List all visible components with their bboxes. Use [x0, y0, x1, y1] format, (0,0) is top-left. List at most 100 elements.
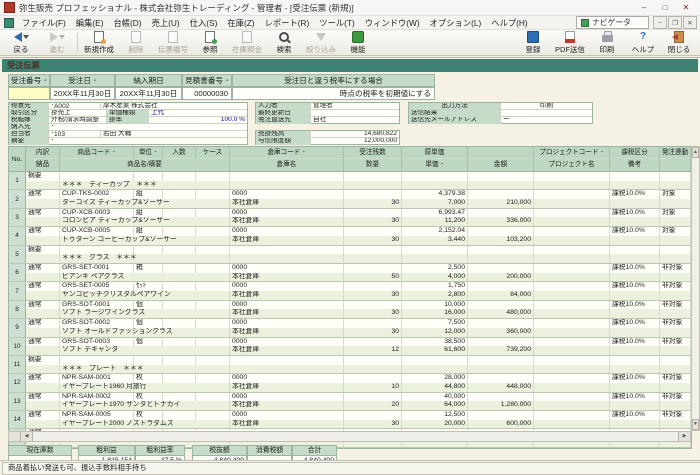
- cell-whcode[interactable]: 0000: [230, 227, 344, 236]
- cell-cost[interactable]: 1,750: [402, 282, 468, 291]
- cell-price[interactable]: 64,000: [402, 401, 468, 410]
- cell-case[interactable]: [196, 246, 230, 255]
- cell-name[interactable]: イヤープレート1970 サンタとトナカイ: [60, 401, 230, 410]
- close-window-button[interactable]: 閉じる: [661, 30, 697, 55]
- cell-price[interactable]: 2,800: [402, 291, 468, 300]
- cell-amt1[interactable]: [468, 374, 534, 383]
- menu-item[interactable]: 売上(U): [147, 17, 185, 29]
- cell-biko[interactable]: [610, 401, 660, 410]
- cell-iri[interactable]: [163, 301, 196, 310]
- cell-tax[interactable]: [610, 246, 660, 255]
- cell-qty[interactable]: 30: [344, 236, 402, 245]
- cell-cost[interactable]: [402, 246, 468, 255]
- maximize-button[interactable]: □: [655, 1, 675, 14]
- horizontal-scrollbar[interactable]: ◀ ▶: [8, 431, 691, 442]
- price-type-value[interactable]: 上代: [149, 110, 247, 116]
- cell-code[interactable]: GRS-SOT-0002: [60, 319, 134, 328]
- cell-biko[interactable]: [610, 420, 660, 429]
- cell-whcode[interactable]: 0000: [230, 301, 344, 310]
- cell-case[interactable]: [196, 374, 230, 383]
- cell-amt1[interactable]: [468, 264, 534, 273]
- cell-whcode[interactable]: 0000: [230, 282, 344, 291]
- cell-link[interactable]: [660, 172, 691, 181]
- cell-last[interactable]: [660, 291, 691, 300]
- cell-price[interactable]: 61,600: [402, 346, 468, 355]
- cell-zan[interactable]: [344, 172, 402, 181]
- cell-proj2[interactable]: [534, 401, 610, 410]
- cell-unit[interactable]: 個: [134, 319, 163, 328]
- cell-amt1[interactable]: [468, 393, 534, 402]
- cell-amount[interactable]: 360,000: [468, 328, 534, 337]
- cell-iri[interactable]: [163, 190, 196, 199]
- cell-link[interactable]: 非対象: [660, 411, 691, 420]
- help-button[interactable]: ヘルプ: [625, 30, 661, 55]
- delivery-to-field[interactable]: ･: [49, 124, 247, 130]
- row-number-cell[interactable]: 10: [9, 338, 26, 355]
- cell-proj1[interactable]: [534, 301, 610, 310]
- cell-tax[interactable]: 課税10.0%: [610, 301, 660, 310]
- cell-amt1[interactable]: [468, 209, 534, 218]
- vertical-scrollbar[interactable]: ▲ ▼: [691, 146, 700, 431]
- cell-link[interactable]: 対象: [660, 227, 691, 236]
- cell-whcode[interactable]: 0000: [230, 190, 344, 199]
- cell-biko[interactable]: [610, 365, 660, 374]
- field-value-1[interactable]: [8, 87, 50, 100]
- cell-case[interactable]: [196, 356, 230, 365]
- cell-whcode[interactable]: 0000: [230, 319, 344, 328]
- scroll-up-icon[interactable]: ▲: [692, 147, 699, 158]
- cell-proj2[interactable]: [534, 365, 610, 374]
- row-number-cell[interactable]: 1: [9, 172, 26, 189]
- cell-whcode[interactable]: 0000: [230, 411, 344, 420]
- cell-nouhin[interactable]: [26, 199, 60, 208]
- cell-type[interactable]: 通常: [26, 227, 60, 236]
- cell-type[interactable]: 摘要: [26, 246, 60, 255]
- print-button[interactable]: 印刷: [589, 30, 625, 55]
- cell-whcode[interactable]: [230, 172, 344, 181]
- cell-last[interactable]: [660, 309, 691, 318]
- cell-cost[interactable]: 12,500: [402, 411, 468, 420]
- row-number-cell[interactable]: 5: [9, 246, 26, 263]
- cell-code[interactable]: CUP-XCB-0003: [60, 209, 134, 218]
- cell-iri[interactable]: [163, 356, 196, 365]
- cell-qty[interactable]: 10: [344, 383, 402, 392]
- cell-type[interactable]: 通常: [26, 301, 60, 310]
- cell-case[interactable]: [196, 227, 230, 236]
- cell-tax[interactable]: 課税10.0%: [610, 209, 660, 218]
- cell-unit[interactable]: 枚: [134, 411, 163, 420]
- cell-name[interactable]: ＊＊＊ ティーカップ ＊＊＊: [60, 181, 230, 190]
- cell-amount[interactable]: 1,280,000: [468, 401, 534, 410]
- cell-case[interactable]: [196, 411, 230, 420]
- cell-price[interactable]: 7,000: [402, 199, 468, 208]
- rate-value[interactable]: 100.0 %: [149, 117, 247, 123]
- cell-iri[interactable]: [163, 227, 196, 236]
- cell-proj2[interactable]: [534, 199, 610, 208]
- cell-tax[interactable]: 課税10.0%: [610, 374, 660, 383]
- function-button[interactable]: 機能: [340, 30, 376, 55]
- cell-case[interactable]: [196, 301, 230, 310]
- menu-item[interactable]: ツール(T): [314, 17, 360, 29]
- cell-proj1[interactable]: [534, 338, 610, 347]
- cell-amount[interactable]: 84,000: [468, 291, 534, 300]
- row-number-cell[interactable]: 2: [9, 190, 26, 207]
- cell-nouhin[interactable]: [26, 217, 60, 226]
- cell-code[interactable]: NPR-SAM-0005: [60, 411, 134, 420]
- cell-proj1[interactable]: [534, 393, 610, 402]
- field-value-5[interactable]: 時点の税率を初期値にする: [232, 87, 435, 100]
- scroll-left-icon[interactable]: ◀: [21, 432, 33, 441]
- cell-whcode[interactable]: [230, 246, 344, 255]
- cell-price[interactable]: [402, 254, 468, 263]
- mdi-minimize-button[interactable]: –: [653, 16, 667, 29]
- menu-item[interactable]: レポート(R): [260, 17, 315, 29]
- cell-zan[interactable]: [344, 356, 402, 365]
- cell-amount[interactable]: 480,000: [468, 309, 534, 318]
- cell-tax[interactable]: 課税10.0%: [610, 264, 660, 273]
- row-number-cell[interactable]: 7: [9, 282, 26, 299]
- cell-tax[interactable]: [610, 356, 660, 365]
- cell-unit[interactable]: 組: [134, 209, 163, 218]
- cell-name[interactable]: イヤープレート2000 ノストラダムス: [60, 420, 230, 429]
- cell-nouhin[interactable]: [26, 420, 60, 429]
- minimize-button[interactable]: –: [634, 1, 654, 14]
- cell-nouhin[interactable]: [26, 365, 60, 374]
- cell-last[interactable]: [660, 273, 691, 282]
- cell-proj1[interactable]: [534, 264, 610, 273]
